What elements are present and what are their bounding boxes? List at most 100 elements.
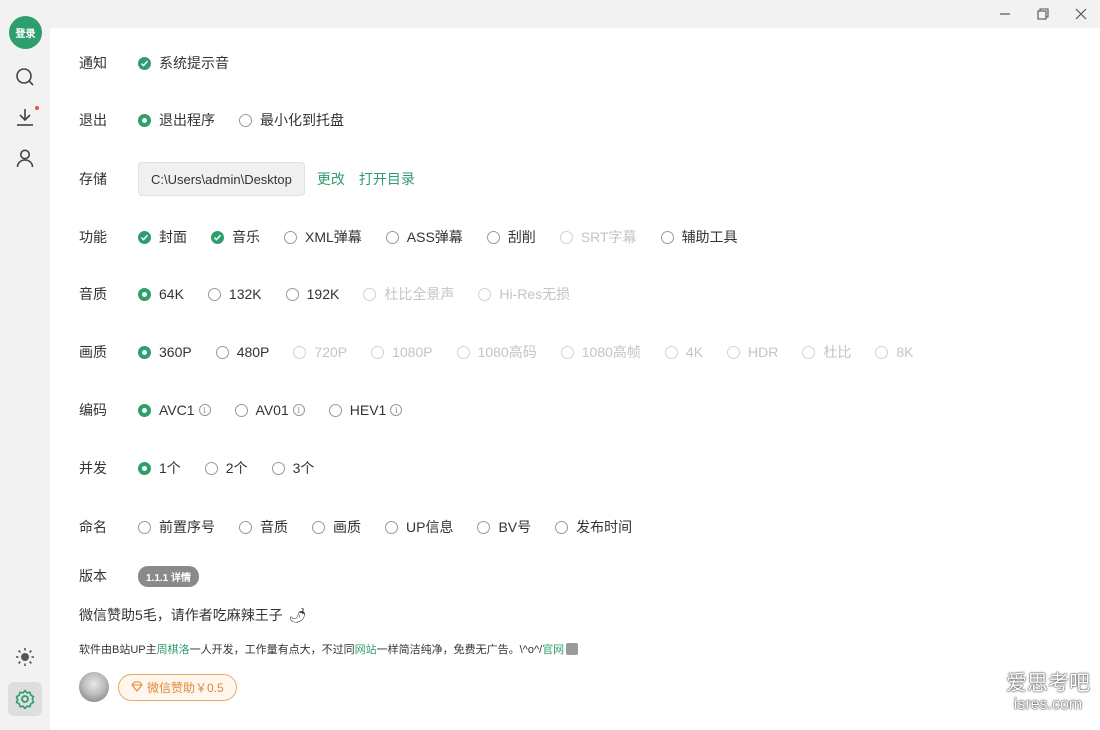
radio-unchecked-icon[interactable] xyxy=(660,230,674,244)
radio-unchecked-icon[interactable] xyxy=(385,230,399,244)
naming-label: 命名 xyxy=(79,519,107,535)
naming-option[interactable]: 音质 xyxy=(239,517,288,537)
option-label: 音质 xyxy=(260,519,288,535)
radio-unchecked-icon[interactable] xyxy=(239,520,252,534)
radio-unchecked-icon[interactable] xyxy=(271,461,285,475)
naming-option[interactable]: UP信息 xyxy=(385,517,453,537)
audio-quality-option[interactable]: 192K xyxy=(285,286,339,302)
features-option[interactable]: 音乐 xyxy=(211,227,260,247)
option-label: 音乐 xyxy=(232,229,260,245)
radio-unchecked-icon[interactable] xyxy=(486,230,500,244)
option-label: 132K xyxy=(228,286,262,302)
radio-unchecked-icon[interactable] xyxy=(215,345,229,359)
radio-unchecked-icon[interactable] xyxy=(385,520,398,534)
video-quality-option[interactable]: 360P xyxy=(138,344,192,360)
notification-dot xyxy=(35,106,39,110)
notify-option[interactable]: 系统提示音 xyxy=(138,53,229,73)
storage-path-field[interactable]: C:\Users\admin\Desktop xyxy=(138,162,305,196)
theme-sun-icon[interactable] xyxy=(13,645,37,669)
video-quality-label: 画质 xyxy=(79,344,107,360)
restore-icon[interactable] xyxy=(1032,4,1054,24)
external-link-icon[interactable] xyxy=(566,643,579,655)
info-icon[interactable]: i xyxy=(198,404,211,416)
radio-unchecked-icon[interactable] xyxy=(207,287,221,301)
radio-unchecked-icon[interactable] xyxy=(138,520,151,534)
intro-part2: 一人开发，工作量有点大，不过同 xyxy=(189,644,355,656)
site-link[interactable]: 网站 xyxy=(355,644,377,656)
naming-option[interactable]: 发布时间 xyxy=(555,517,632,537)
features-option[interactable]: 刮削 xyxy=(486,227,536,247)
checkbox-checked-icon[interactable] xyxy=(211,230,224,244)
concurrency-option[interactable]: 3个 xyxy=(271,458,314,478)
features-option[interactable]: ASS弹幕 xyxy=(385,227,463,247)
codec-option[interactable]: AVC1 i xyxy=(138,402,211,418)
notify-options: 系统提示音 xyxy=(138,53,253,73)
title-bar xyxy=(0,0,1100,28)
naming-option[interactable]: 画质 xyxy=(312,517,361,537)
features-options: 封面 音乐 XML弹幕 ASS弹幕 刮削 SRT字幕 辅助工具 xyxy=(138,227,762,247)
video-quality-option: HDR xyxy=(727,344,778,360)
radio-unchecked-icon[interactable] xyxy=(204,461,218,475)
features-option[interactable]: 辅助工具 xyxy=(660,227,738,247)
author-link[interactable]: 周棋洛 xyxy=(157,644,190,656)
radio-checked-icon[interactable] xyxy=(138,403,151,417)
sponsor-text: 微信赞助5毛，请作者吃麻辣王子 xyxy=(79,607,283,623)
exit-option[interactable]: 最小化到托盘 xyxy=(239,110,344,130)
radio-unchecked-icon[interactable] xyxy=(239,113,252,127)
info-icon[interactable]: i xyxy=(390,404,403,416)
option-label: AV01 xyxy=(255,402,289,418)
version-details-badge[interactable]: 1.1.1 详情 xyxy=(138,565,200,587)
settings-button[interactable] xyxy=(8,682,42,716)
audio-quality-option[interactable]: 132K xyxy=(207,286,262,302)
video-quality-option: 1080高帧 xyxy=(560,342,641,362)
download-icon[interactable] xyxy=(13,105,37,129)
user-icon[interactable] xyxy=(13,146,37,170)
radio-checked-icon[interactable] xyxy=(138,287,151,301)
concurrency-option[interactable]: 2个 xyxy=(204,458,248,478)
option-label: 退出程序 xyxy=(159,112,215,128)
info-icon[interactable]: i xyxy=(292,404,305,416)
radio-unchecked-icon[interactable] xyxy=(477,520,491,534)
codec-options: AVC1 i AV01 i HEV1 i xyxy=(138,402,426,418)
version-controls: 1.1.1 详情 xyxy=(138,565,200,587)
video-quality-option[interactable]: 480P xyxy=(215,344,269,360)
radio-unchecked-icon[interactable] xyxy=(284,230,297,244)
open-directory-link[interactable]: 打开目录 xyxy=(359,169,415,189)
radio-checked-icon[interactable] xyxy=(138,345,151,359)
login-button[interactable]: 登录 xyxy=(9,16,42,49)
option-label: 720P xyxy=(314,344,348,360)
radio-unchecked-icon[interactable] xyxy=(234,403,248,417)
radio-checked-icon[interactable] xyxy=(138,113,151,127)
search-icon[interactable] xyxy=(13,65,37,89)
codec-option[interactable]: HEV1 i xyxy=(328,402,403,418)
exit-option[interactable]: 退出程序 xyxy=(138,110,215,130)
naming-option[interactable]: 前置序号 xyxy=(138,517,215,537)
option-label: 1080高码 xyxy=(477,344,537,360)
option-label: 杜比全景声 xyxy=(384,286,455,302)
intro-part3: 一样简洁纯净，免费无广告。\^o^/ xyxy=(376,644,543,656)
version-label: 版本 xyxy=(79,568,107,584)
radio-unchecked-icon[interactable] xyxy=(555,520,569,534)
features-option[interactable]: 封面 xyxy=(138,227,187,247)
close-icon[interactable] xyxy=(1070,4,1092,24)
minimize-icon[interactable] xyxy=(994,4,1016,24)
checkbox-checked-icon[interactable] xyxy=(138,230,151,244)
change-path-link[interactable]: 更改 xyxy=(317,169,345,189)
wechat-donate-button[interactable]: 微信赞助￥0.5 xyxy=(118,674,237,701)
option-label: BV号 xyxy=(498,519,532,535)
features-option[interactable]: XML弹幕 xyxy=(284,227,362,247)
audio-quality-option[interactable]: 64K xyxy=(138,286,184,302)
radio-checked-icon[interactable] xyxy=(138,461,151,475)
codec-option[interactable]: AV01 i xyxy=(234,402,305,418)
radio-unchecked-icon[interactable] xyxy=(312,520,325,534)
option-label: 封面 xyxy=(159,229,187,245)
radio-unchecked-icon xyxy=(363,287,377,301)
radio-unchecked-icon[interactable] xyxy=(285,287,299,301)
official-site-link[interactable]: 官网 xyxy=(542,644,564,656)
concurrency-option[interactable]: 1个 xyxy=(138,458,181,478)
naming-option[interactable]: BV号 xyxy=(477,517,531,537)
radio-unchecked-icon[interactable] xyxy=(328,403,342,417)
option-label: SRT字幕 xyxy=(580,229,637,245)
checkbox-checked-icon[interactable] xyxy=(138,56,151,70)
radio-unchecked-icon xyxy=(559,230,573,244)
